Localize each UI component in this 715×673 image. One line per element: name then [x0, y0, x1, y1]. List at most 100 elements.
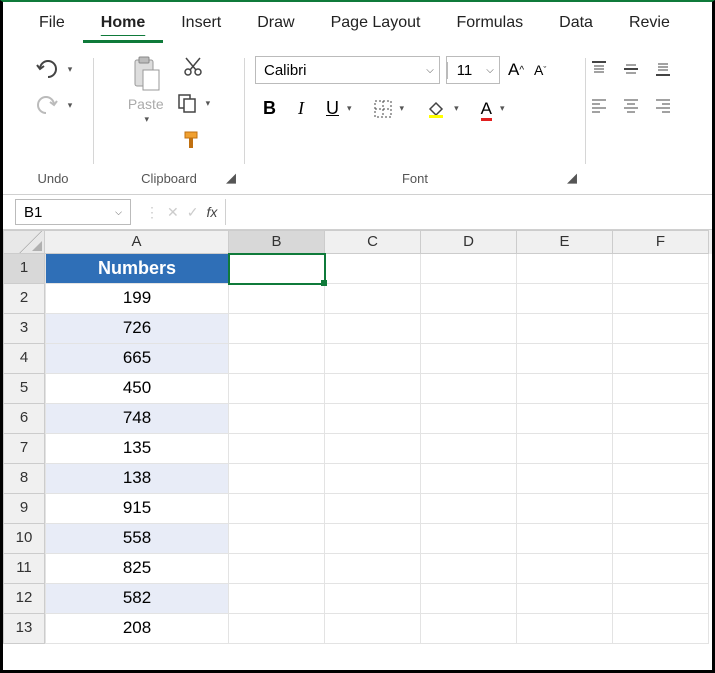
cut-button[interactable]	[180, 54, 206, 80]
cell[interactable]	[325, 554, 421, 584]
tab-home[interactable]: Home	[83, 4, 163, 43]
cell[interactable]	[421, 524, 517, 554]
cell[interactable]	[325, 524, 421, 554]
cell[interactable]	[229, 284, 325, 314]
col-header-c[interactable]: C	[325, 230, 421, 254]
align-center-button[interactable]	[620, 94, 642, 116]
cell[interactable]	[517, 584, 613, 614]
cell[interactable]	[517, 284, 613, 314]
clipboard-launcher[interactable]: ◢	[224, 170, 238, 186]
align-top-button[interactable]	[588, 58, 610, 80]
cell-a1[interactable]: Numbers	[45, 254, 229, 284]
cell[interactable]	[421, 464, 517, 494]
decrease-font-button[interactable]: Aˇ	[532, 60, 548, 80]
cell[interactable]	[421, 314, 517, 344]
font-color-button[interactable]: A ▾	[479, 97, 507, 121]
cell[interactable]	[421, 284, 517, 314]
cell[interactable]	[421, 584, 517, 614]
cell[interactable]	[421, 344, 517, 374]
cell[interactable]	[229, 314, 325, 344]
cell[interactable]	[229, 434, 325, 464]
cell[interactable]: 208	[45, 614, 229, 644]
row-header[interactable]: 7	[3, 434, 45, 464]
cell[interactable]: 825	[45, 554, 229, 584]
row-header[interactable]: 1	[3, 254, 45, 284]
align-right-button[interactable]	[652, 94, 674, 116]
col-header-d[interactable]: D	[421, 230, 517, 254]
cell[interactable]	[325, 344, 421, 374]
cell[interactable]	[517, 374, 613, 404]
col-header-b[interactable]: B	[229, 230, 325, 254]
cell[interactable]	[613, 524, 709, 554]
cell[interactable]	[517, 344, 613, 374]
cell[interactable]	[613, 494, 709, 524]
cell[interactable]	[517, 464, 613, 494]
font-name-combo[interactable]: Calibri ⌵	[255, 56, 440, 84]
cell[interactable]: 135	[45, 434, 229, 464]
cell[interactable]	[325, 284, 421, 314]
cell[interactable]	[421, 434, 517, 464]
col-header-e[interactable]: E	[517, 230, 613, 254]
cell[interactable]	[613, 584, 709, 614]
cell[interactable]	[229, 374, 325, 404]
cell[interactable]	[229, 464, 325, 494]
cell[interactable]	[325, 314, 421, 344]
undo-button[interactable]: ▾	[32, 56, 75, 82]
cell[interactable]	[229, 584, 325, 614]
tab-review[interactable]: Revie	[611, 4, 688, 43]
cell[interactable]	[229, 494, 325, 524]
row-header[interactable]: 5	[3, 374, 45, 404]
enter-formula-button[interactable]: ✓	[187, 204, 199, 221]
font-size-combo[interactable]: 11 ⌵	[446, 56, 500, 84]
cell[interactable]	[421, 254, 517, 284]
cell[interactable]	[229, 554, 325, 584]
cell[interactable]	[421, 404, 517, 434]
cell[interactable]	[229, 524, 325, 554]
italic-button[interactable]: I	[296, 96, 306, 121]
cell[interactable]	[517, 434, 613, 464]
redo-button[interactable]: ▾	[32, 92, 75, 118]
cell[interactable]	[325, 614, 421, 644]
row-header[interactable]: 13	[3, 614, 45, 644]
paste-button[interactable]: Paste ▾	[126, 54, 166, 127]
cell[interactable]	[517, 494, 613, 524]
tab-data[interactable]: Data	[541, 4, 611, 43]
underline-button[interactable]: U▾	[324, 96, 354, 121]
name-box[interactable]: B1 ⌵	[15, 199, 131, 225]
tab-draw[interactable]: Draw	[239, 4, 312, 43]
cell[interactable]	[229, 404, 325, 434]
cell[interactable]	[325, 494, 421, 524]
tab-file[interactable]: File	[21, 4, 83, 43]
cell[interactable]	[325, 404, 421, 434]
tab-page-layout[interactable]: Page Layout	[313, 4, 439, 43]
cell[interactable]	[325, 584, 421, 614]
row-header[interactable]: 11	[3, 554, 45, 584]
cell[interactable]	[613, 374, 709, 404]
cell[interactable]	[613, 464, 709, 494]
cell[interactable]: 558	[45, 524, 229, 554]
tab-formulas[interactable]: Formulas	[438, 4, 541, 43]
cell[interactable]: 450	[45, 374, 229, 404]
cell[interactable]	[517, 614, 613, 644]
cell[interactable]	[517, 404, 613, 434]
row-header[interactable]: 8	[3, 464, 45, 494]
cell[interactable]: 726	[45, 314, 229, 344]
cell[interactable]	[613, 344, 709, 374]
cell[interactable]	[613, 434, 709, 464]
cell[interactable]	[613, 614, 709, 644]
col-header-f[interactable]: F	[613, 230, 709, 254]
format-painter-button[interactable]	[179, 126, 207, 152]
row-header[interactable]: 9	[3, 494, 45, 524]
border-button[interactable]: ▾	[372, 98, 407, 120]
row-header[interactable]: 10	[3, 524, 45, 554]
cell[interactable]: 748	[45, 404, 229, 434]
cell[interactable]	[421, 494, 517, 524]
select-all-corner[interactable]	[3, 230, 45, 254]
tab-insert[interactable]: Insert	[163, 4, 239, 43]
chevron-down-icon[interactable]: ⌵	[481, 65, 499, 76]
cell[interactable]: 665	[45, 344, 229, 374]
cell[interactable]	[517, 314, 613, 344]
align-bottom-button[interactable]	[652, 58, 674, 80]
cell[interactable]	[229, 614, 325, 644]
cell[interactable]	[325, 434, 421, 464]
